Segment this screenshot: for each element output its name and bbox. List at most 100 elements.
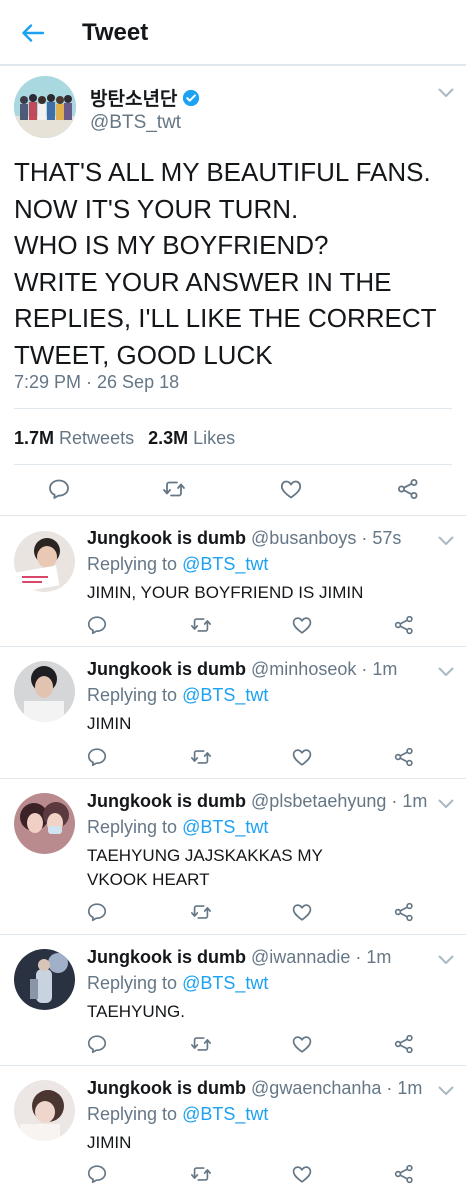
reply-icon [87,616,107,635]
replying-prefix: Replying to [87,554,178,574]
reply-actions [0,1032,466,1058]
avatar[interactable] [14,76,76,138]
retweet-button[interactable] [190,1163,212,1185]
reply-actions [0,613,466,639]
reply-tweet[interactable]: Jungkook is dumb @gwaenchanha · 1m Reply… [0,1066,466,1200]
retweet-icon [191,905,211,919]
like-button[interactable] [291,1033,313,1055]
like-button[interactable] [291,614,313,636]
display-name[interactable]: 방탄소년단 [90,84,177,111]
reply-handle-time: @iwannadie · 1m [251,947,392,967]
retweet-button[interactable] [190,614,212,636]
chevron-down-icon[interactable] [438,1086,454,1096]
user-handle[interactable]: @BTS_twt [90,112,181,134]
divider [14,464,452,465]
share-icon [394,1164,413,1184]
retweets-stat[interactable]: 1.7M Retweets [14,428,134,449]
reply-icon [87,1165,107,1184]
reply-tweet[interactable]: Jungkook is dumb @busanboys · 57s Replyi… [0,516,466,647]
share-button[interactable] [393,1033,415,1055]
share-icon [394,1034,413,1054]
back-button[interactable] [16,18,50,48]
share-button[interactable] [396,477,420,501]
heart-icon [292,1036,312,1053]
reply-display-name[interactable]: Jungkook is dumb [87,791,246,811]
replying-to: Replying to @BTS_twt [87,973,268,994]
reply-display-name[interactable]: Jungkook is dumb [87,1078,246,1098]
likes-count: 2.3M [148,428,189,448]
reply-actions [0,1162,466,1188]
like-button[interactable] [291,1163,313,1185]
heart-icon [292,617,312,634]
avatar[interactable] [14,949,75,1010]
tweet-actions [0,474,466,504]
divider [14,408,452,409]
retweet-icon [191,1167,211,1181]
reply-button[interactable] [86,901,108,923]
reply-icon [87,903,107,922]
reply-button[interactable] [47,477,71,501]
avatar[interactable] [14,661,75,722]
replying-to: Replying to @BTS_twt [87,1104,268,1125]
share-icon [394,615,413,635]
reply-handle-time: @gwaenchanha · 1m [251,1078,423,1098]
reply-actions [0,900,466,926]
avatar[interactable] [14,531,75,592]
share-icon [398,479,418,499]
retweet-button[interactable] [190,1033,212,1055]
retweets-count: 1.7M [14,428,55,448]
like-button[interactable] [291,901,313,923]
like-button[interactable] [291,746,313,768]
mention-link[interactable]: @BTS_twt [182,973,268,993]
retweet-button[interactable] [162,477,186,501]
retweet-button[interactable] [190,746,212,768]
reply-display-name[interactable]: Jungkook is dumb [87,947,246,967]
share-button[interactable] [393,1163,415,1185]
reply-icon [87,748,107,767]
likes-stat[interactable]: 2.3M Likes [148,428,235,449]
share-button[interactable] [393,614,415,636]
tweet-timestamp: 7:29 PM · 26 Sep 18 [14,372,180,392]
mention-link[interactable]: @BTS_twt [182,1104,268,1124]
heart-icon [280,480,302,499]
reply-text: JIMIN, YOUR BOYFRIEND IS JIMIN [87,583,364,602]
reply-tweet[interactable]: Jungkook is dumb @minhoseok · 1m Replyin… [0,647,466,779]
reply-icon [49,479,69,499]
reply-display-name[interactable]: Jungkook is dumb [87,528,246,548]
reply-button[interactable] [86,746,108,768]
like-button[interactable] [279,477,303,501]
reply-tweet[interactable]: Jungkook is dumb @plsbetaehyung · 1m Rep… [0,779,466,935]
reply-handle-time: @minhoseok · 1m [251,659,398,679]
replying-prefix: Replying to [87,685,178,705]
mention-link[interactable]: @BTS_twt [182,817,268,837]
reply-display-name[interactable]: Jungkook is dumb [87,659,246,679]
replying-prefix: Replying to [87,1104,178,1124]
retweets-label: Retweets [59,428,135,448]
reply-text: TAEHYUNG JAJSKAKKAS MY VKOOK HEART [87,846,323,889]
chevron-down-icon[interactable] [438,667,454,677]
retweet-icon [191,618,211,632]
chevron-down-icon[interactable] [438,955,454,965]
retweet-icon [191,1037,211,1051]
heart-icon [292,749,312,766]
avatar[interactable] [14,1080,75,1141]
reply-button[interactable] [86,1033,108,1055]
mention-link[interactable]: @BTS_twt [182,685,268,705]
avatar[interactable] [14,793,75,854]
reply-actions [0,745,466,771]
share-button[interactable] [393,746,415,768]
share-icon [394,747,413,767]
mention-link[interactable]: @BTS_twt [182,554,268,574]
retweet-icon [163,481,185,497]
chevron-down-icon[interactable] [438,799,454,809]
reply-button[interactable] [86,614,108,636]
chevron-down-icon[interactable] [438,536,454,546]
retweet-button[interactable] [190,901,212,923]
share-button[interactable] [393,901,415,923]
chevron-down-icon[interactable] [438,88,454,98]
reply-button[interactable] [86,1163,108,1185]
page-title: Tweet [82,19,149,46]
reply-text: JIMIN [87,1133,132,1152]
replying-to: Replying to @BTS_twt [87,685,268,706]
reply-tweet[interactable]: Jungkook is dumb @iwannadie · 1m Replyin… [0,935,466,1066]
